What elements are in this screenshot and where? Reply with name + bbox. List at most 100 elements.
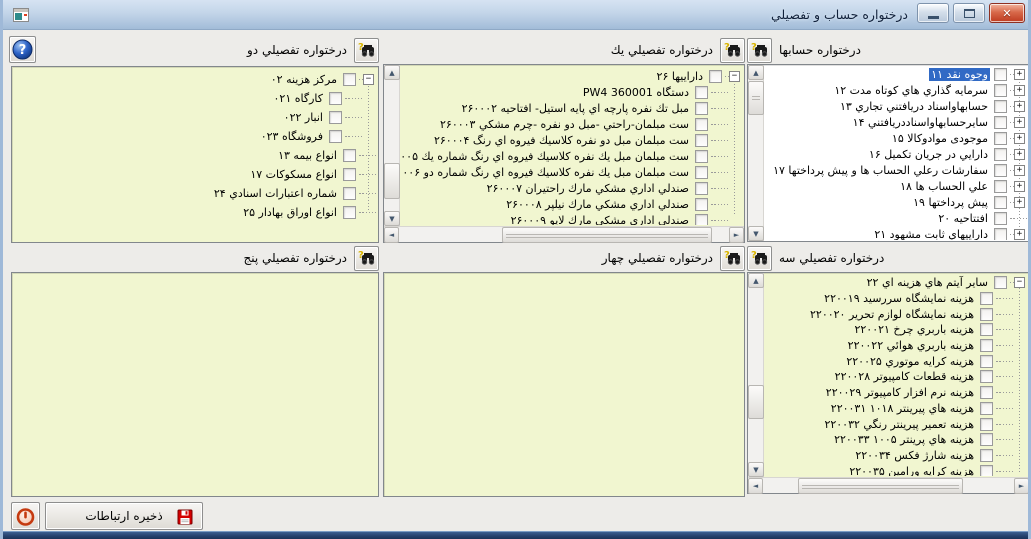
tree-item-label[interactable]: صندلي اداري مشكي مارك لايو ۲۶۰۰۰۹ — [509, 214, 691, 226]
scroll-down-icon[interactable]: ▼ — [748, 226, 764, 241]
tree-checkbox[interactable] — [980, 292, 993, 305]
tree-row[interactable]: هزينه كرايه موتوري ۲۲۰۰۲۵ — [765, 353, 1029, 369]
tree-checkbox[interactable] — [994, 276, 1007, 289]
tree-checkbox[interactable] — [994, 68, 1007, 81]
tree-row[interactable]: + وجوه نقد ۱۱ — [765, 66, 1029, 82]
tree-checkbox[interactable] — [994, 100, 1007, 113]
tree-collapse-icon[interactable]: − — [729, 71, 740, 82]
tree-expand-icon[interactable]: + — [1014, 149, 1025, 160]
save-relations-button[interactable]: ذخيره ارتباطات — [45, 502, 203, 530]
tree-checkbox[interactable] — [695, 182, 708, 195]
tree-row[interactable]: انبار ۰۲۲ — [13, 108, 378, 127]
tree-expand-icon[interactable]: + — [1014, 69, 1025, 80]
tree-row[interactable]: فروشگاه ۰۲۳ — [13, 127, 378, 146]
tree-checkbox[interactable] — [343, 206, 356, 219]
tree-row[interactable]: انواع بيمه ۱۳ — [13, 146, 378, 165]
tree-item-label[interactable]: هزينه كرايه ورامين ۲۲۰۰۳۵ — [847, 465, 976, 476]
scroll-up-icon[interactable]: ▲ — [384, 65, 400, 80]
scrollbar-thumb[interactable] — [748, 81, 764, 115]
find-button[interactable]: ? — [720, 38, 745, 63]
tree-item-label[interactable]: ست مبلمان مبل دو نفره كلاسيك فيروه اي رن… — [432, 134, 691, 147]
scrollbar-thumb[interactable] — [502, 227, 712, 243]
tree-checkbox[interactable] — [695, 134, 708, 147]
tree-checkbox[interactable] — [980, 339, 993, 352]
tree-row[interactable]: ست مبلمان-راحتي -مبل دو نفره -چرم مشكي ۲… — [401, 116, 744, 132]
tree-item-label[interactable]: هزينه نرم افزار كامپيوتر ۲۲۰۰۲۹ — [824, 386, 976, 399]
tree-row[interactable]: هزينه تعمير پيرينتر رنگي ۲۲۰۰۳۲ — [765, 416, 1029, 432]
tree-checkbox[interactable] — [343, 187, 356, 200]
tree-row[interactable]: − داراييها ۲۶ — [401, 68, 744, 84]
scroll-right-icon[interactable]: ► — [1014, 478, 1029, 494]
find-button[interactable]: ? — [747, 38, 772, 63]
tree-row[interactable]: صندلي اداري مشكي مارك نيلپر ۲۶۰۰۰۸ — [401, 196, 744, 212]
find-button[interactable]: ? — [354, 38, 379, 63]
tree-row[interactable]: −ساير آيتم هاي هزينه اي ۲۲ — [765, 275, 1029, 291]
tree-item-label[interactable]: پيش پرداختها ۱۹ — [911, 196, 990, 209]
tree-collapse-icon[interactable]: − — [1014, 277, 1025, 288]
tree-checkbox[interactable] — [994, 148, 1007, 161]
tree-item-label[interactable]: دارايي در جريان تكميل ۱۶ — [867, 148, 990, 161]
tree-item-label[interactable]: افتتاحيه ۲۰ — [936, 212, 990, 225]
tree-checkbox[interactable] — [980, 370, 993, 383]
tree-row[interactable]: انواع اوراق بهادار ۲۵ — [13, 203, 378, 222]
tree-collapse-icon[interactable]: − — [363, 74, 374, 85]
tree-row[interactable]: صندلي اداري مشكي مارك راحتيران ۲۶۰۰۰۷ — [401, 180, 744, 196]
title-bar[interactable]: درختواره حساب و تفصيلي ✕ — [3, 0, 1028, 30]
tree-checkbox[interactable] — [329, 130, 342, 143]
tree-checkbox[interactable] — [994, 84, 1007, 97]
tree-expand-icon[interactable]: + — [1014, 165, 1025, 176]
tree-row[interactable]: +پيش پرداختها ۱۹ — [765, 194, 1029, 210]
tree-checkbox[interactable] — [994, 116, 1007, 129]
tree-row[interactable]: ست مبلمان مبل يك نفره كلاسيك فيروه اي رن… — [401, 164, 744, 180]
tree-row[interactable]: هزينه نمايشگاه لوازم تحرير ۲۲۰۰۲۰ — [765, 306, 1029, 322]
tree-item-label[interactable]: فروشگاه ۰۲۳ — [259, 130, 325, 143]
scroll-left-icon[interactable]: ◄ — [384, 227, 399, 243]
tree-checkbox[interactable] — [994, 212, 1007, 225]
tree-checkbox[interactable] — [980, 402, 993, 415]
tree-row[interactable]: افتتاحيه ۲۰ — [765, 210, 1029, 226]
tree-item-label[interactable]: كارگاه ۰۲۱ — [272, 92, 325, 105]
tree-item-label[interactable]: هزينه قطعات كامپيوتر ۲۲۰۰۲۸ — [833, 370, 976, 383]
tree-item-label[interactable]: صندلي اداري مشكي مارك راحتيران ۲۶۰۰۰۷ — [485, 182, 691, 195]
tree-item-label[interactable]: هزينه كرايه موتوري ۲۲۰۰۲۵ — [844, 355, 976, 368]
tree-checkbox[interactable] — [994, 228, 1007, 241]
tree-checkbox[interactable] — [994, 180, 1007, 193]
tree-expand-icon[interactable]: + — [1014, 85, 1025, 96]
tree-item-label[interactable]: انواع اوراق بهادار ۲۵ — [241, 206, 339, 219]
tree-checkbox[interactable] — [980, 449, 993, 462]
tree-row[interactable]: هزينه شارژ فكس ۲۲۰۰۳۴ — [765, 448, 1029, 464]
tree-checkbox[interactable] — [980, 418, 993, 431]
tree-expand-icon[interactable]: + — [1014, 101, 1025, 112]
tree-checkbox[interactable] — [980, 465, 993, 476]
tree-item-label[interactable]: هزينه نمايشگاه سررسيد ۲۲۰۰۱۹ — [822, 292, 976, 305]
tree-item-label[interactable]: داراييها ۲۶ — [655, 70, 705, 83]
tree-row[interactable]: ست مبلمان مبل دو نفره كلاسيك فيروه اي رن… — [401, 132, 744, 148]
tree-row[interactable]: هزينه باربري هوائي ۲۲۰۰۲۲ — [765, 338, 1029, 354]
tree-checkbox[interactable] — [980, 386, 993, 399]
tree-item-label[interactable]: انبار ۰۲۲ — [282, 111, 325, 124]
tree-checkbox[interactable] — [695, 198, 708, 211]
tree-checkbox[interactable] — [695, 102, 708, 115]
tree-row[interactable]: +علي الحساب ها ۱۸ — [765, 178, 1029, 194]
scrollbar-thumb[interactable] — [384, 163, 400, 199]
tree-item-label[interactable]: سرمايه گذاري هاي كوتاه مدت ۱۲ — [832, 84, 990, 97]
scroll-right-icon[interactable]: ► — [729, 227, 744, 243]
tree-row[interactable]: +موجودى موادوكالا ۱۵ — [765, 130, 1029, 146]
tree-expand-icon[interactable]: + — [1014, 133, 1025, 144]
find-button[interactable]: ? — [720, 246, 745, 271]
tree-row[interactable]: +حسابهاواسناد دريافتني تجاري ۱۳ — [765, 98, 1029, 114]
tree-checkbox[interactable] — [980, 355, 993, 368]
tree-checkbox[interactable] — [709, 70, 722, 83]
tree-item-label[interactable]: داراييهاي ثابت مشهود ۲۱ — [872, 228, 990, 241]
tree-row[interactable]: + سرمايه گذاري هاي كوتاه مدت ۱۲ — [765, 82, 1029, 98]
tree-item-label[interactable]: مبل تك نفره پارچه اي پايه استيل- افتاحيه… — [460, 102, 691, 115]
tree-row[interactable]: هزينه قطعات كامپيوتر ۲۲۰۰۲۸ — [765, 369, 1029, 385]
tree-row[interactable]: ست مبلمان مبل يك نفره كلاسيك فيروه اي رن… — [401, 148, 744, 164]
stop-button[interactable] — [11, 502, 40, 530]
tree-checkbox[interactable] — [994, 196, 1007, 209]
scrollbar-thumb[interactable] — [748, 385, 764, 419]
tree-item-label[interactable]: وجوه نقد ۱۱ — [929, 68, 990, 81]
tree-checkbox[interactable] — [329, 111, 342, 124]
tree-row[interactable]: مبل تك نفره پارچه اي پايه استيل- افتاحيه… — [401, 100, 744, 116]
tree-item-label[interactable]: هزينه نمايشگاه لوازم تحرير ۲۲۰۰۲۰ — [808, 308, 976, 321]
